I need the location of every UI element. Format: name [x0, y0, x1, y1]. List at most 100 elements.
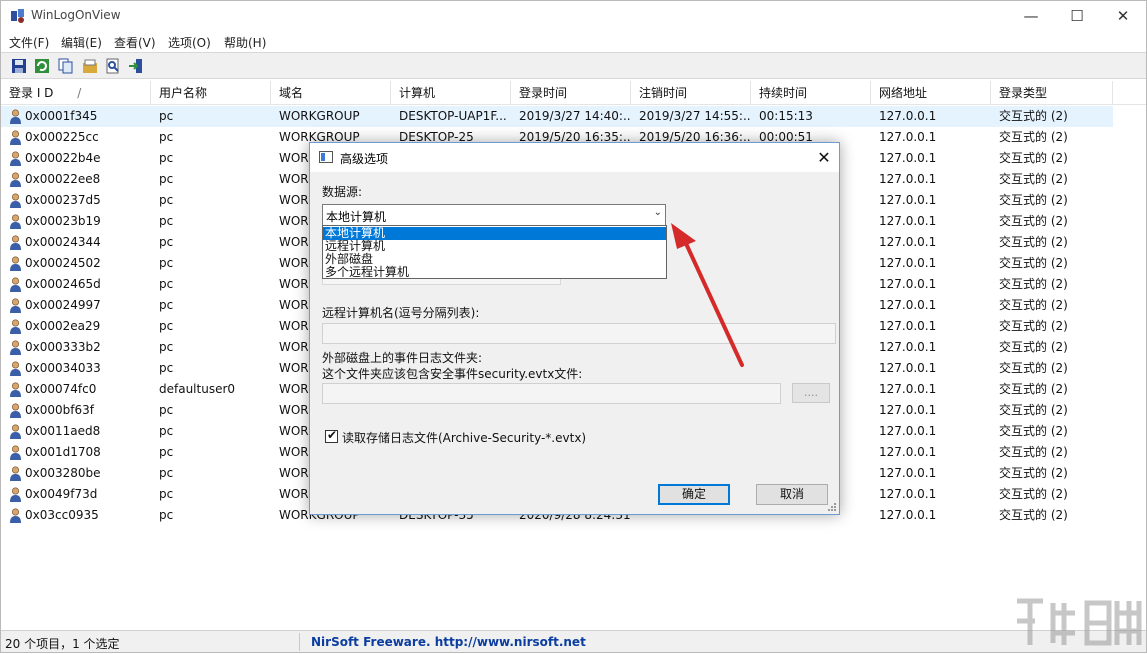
status-bar: 20 个项目，1 个选定 NirSoft Freeware. http://ww… [1, 630, 1146, 652]
cell-user: pc [159, 508, 174, 522]
checkmark-icon: ✔ [327, 428, 338, 442]
cell-address: 127.0.0.1 [879, 172, 937, 186]
cell-logoff-time: 2019/3/27 14:55:... [639, 109, 751, 123]
refresh-icon[interactable] [33, 57, 51, 75]
folder-label: 外部磁盘上的事件日志文件夹: [322, 351, 483, 365]
folder-hint: 这个文件夹应该包含安全事件security.evtx文件: [322, 367, 583, 381]
advanced-options-dialog: 高级选项 ✕ 数据源: 本地计算机 ⌄ 本地计算机 远程计算机 外部磁盘 多个远… [309, 142, 840, 515]
menu-view[interactable]: 查看(V) [114, 34, 156, 51]
cell-user: defaultuser0 [159, 382, 236, 396]
cell-address: 127.0.0.1 [879, 214, 937, 228]
menu-edit[interactable]: 编辑(E) [61, 34, 102, 51]
archive-checkbox[interactable]: ✔ [325, 428, 338, 443]
datasource-label: 数据源: [322, 185, 363, 199]
resize-grip-icon[interactable] [827, 502, 837, 512]
cell-user: pc [159, 340, 174, 354]
cell-user: pc [159, 487, 174, 501]
cell-logon-type: 交互式的 (2) [999, 403, 1068, 417]
maximize-button[interactable]: ☐ [1054, 1, 1100, 31]
app-window: WinLogOnView — ☐ ✕ 文件(F) 编辑(E) 查看(V) 选项(… [0, 0, 1147, 653]
menu-bar: 文件(F) 编辑(E) 查看(V) 选项(O) 帮助(H) [1, 31, 1146, 52]
toolbar [1, 52, 1146, 79]
cell-user: pc [159, 235, 174, 249]
cancel-button[interactable]: 取消 [756, 484, 828, 505]
user-icon [10, 193, 21, 208]
cell-logon-type: 交互式的 (2) [999, 382, 1068, 396]
find-icon[interactable] [104, 57, 122, 75]
cell-user: pc [159, 172, 174, 186]
cell-logon-id: 0x00034033 [25, 361, 101, 375]
chevron-down-icon[interactable]: ⌄ [654, 207, 662, 218]
cell-address: 127.0.0.1 [879, 487, 937, 501]
col-computer[interactable]: 计算机 [391, 81, 511, 105]
option-multiple-remote[interactable]: 多个远程计算机 [323, 266, 666, 279]
minimize-button[interactable]: — [1008, 1, 1054, 31]
col-domain[interactable]: 域名 [271, 81, 391, 105]
cell-logon-type: 交互式的 (2) [999, 130, 1068, 144]
menu-help[interactable]: 帮助(H) [224, 34, 266, 51]
ok-button[interactable]: 确定 [658, 484, 730, 505]
watermark-logo-icon [1017, 598, 1142, 646]
cell-logon-type: 交互式的 (2) [999, 172, 1068, 186]
user-icon [10, 340, 21, 355]
cell-logon-type: 交互式的 (2) [999, 109, 1068, 123]
remote-computers-input[interactable] [322, 323, 836, 344]
cell-logon-type: 交互式的 (2) [999, 193, 1068, 207]
cell-address: 127.0.0.1 [879, 277, 937, 291]
col-user[interactable]: 用户名称 [151, 81, 271, 105]
cell-user: pc [159, 214, 174, 228]
dialog-close-button[interactable]: ✕ [809, 143, 839, 172]
option-remote-computer[interactable]: 远程计算机 [323, 240, 666, 253]
nirsoft-link[interactable]: NirSoft Freeware. http://www.nirsoft.net [311, 635, 586, 649]
menu-file[interactable]: 文件(F) [9, 34, 49, 51]
col-logoff-time[interactable]: 注销时间 [631, 81, 751, 105]
cell-logon-type: 交互式的 (2) [999, 298, 1068, 312]
user-icon [10, 235, 21, 250]
browse-button[interactable]: .... [792, 383, 830, 403]
cell-user: pc [159, 445, 174, 459]
col-address[interactable]: 网络地址 [871, 81, 991, 105]
cell-logon-type: 交互式的 (2) [999, 277, 1068, 291]
dialog-window-icon [319, 151, 333, 163]
datasource-dropdown-list: 本地计算机 远程计算机 外部磁盘 多个远程计算机 [322, 225, 667, 279]
cell-logon-id: 0x0002ea29 [25, 319, 101, 333]
cell-logon-type: 交互式的 (2) [999, 361, 1068, 375]
cell-logon-time: 2019/3/27 14:40:... [519, 109, 631, 123]
exit-icon[interactable] [127, 57, 145, 75]
save-icon[interactable] [10, 57, 28, 75]
cell-user: pc [159, 424, 174, 438]
cell-logon-id: 0x003280be [25, 466, 101, 480]
table-row[interactable]: 0x0001f345 pc WORKGROUP DESKTOP-UAP1F... 201… [1, 106, 1113, 127]
cell-address: 127.0.0.1 [879, 235, 937, 249]
window-title: WinLogOnView [31, 8, 121, 22]
cell-logon-id: 0x0011aed8 [25, 424, 101, 438]
status-divider [299, 633, 300, 651]
close-button[interactable]: ✕ [1100, 1, 1146, 31]
folder-input[interactable] [322, 383, 781, 404]
col-duration[interactable]: 持续时间 [751, 81, 871, 105]
col-logon-time[interactable]: 登录时间 [511, 81, 631, 105]
app-icon [11, 9, 24, 23]
menu-options[interactable]: 选项(O) [168, 34, 211, 51]
cell-logon-type: 交互式的 (2) [999, 445, 1068, 459]
col-logon-id[interactable]: 登录 I D / [1, 81, 151, 105]
cell-address: 127.0.0.1 [879, 445, 937, 459]
cell-address: 127.0.0.1 [879, 382, 937, 396]
cell-logon-id: 0x00022ee8 [25, 172, 101, 186]
user-icon [10, 172, 21, 187]
properties-icon[interactable] [81, 57, 99, 75]
cell-domain: WORKGROUP [279, 109, 360, 123]
cell-logon-id: 0x00024344 [25, 235, 101, 249]
copy-icon[interactable] [57, 57, 75, 75]
user-icon [10, 487, 21, 502]
user-icon [10, 424, 21, 439]
user-icon [10, 298, 21, 313]
remote-computers-label: 远程计算机名(逗号分隔列表): [322, 306, 480, 320]
cell-address: 127.0.0.1 [879, 403, 937, 417]
user-icon [10, 361, 21, 376]
cell-logon-id: 0x00022b4e [25, 151, 101, 165]
cell-address: 127.0.0.1 [879, 361, 937, 375]
cell-logon-id: 0x000333b2 [25, 340, 101, 354]
datasource-select[interactable]: 本地计算机 ⌄ [322, 204, 666, 226]
col-logon-type[interactable]: 登录类型 [991, 81, 1113, 105]
